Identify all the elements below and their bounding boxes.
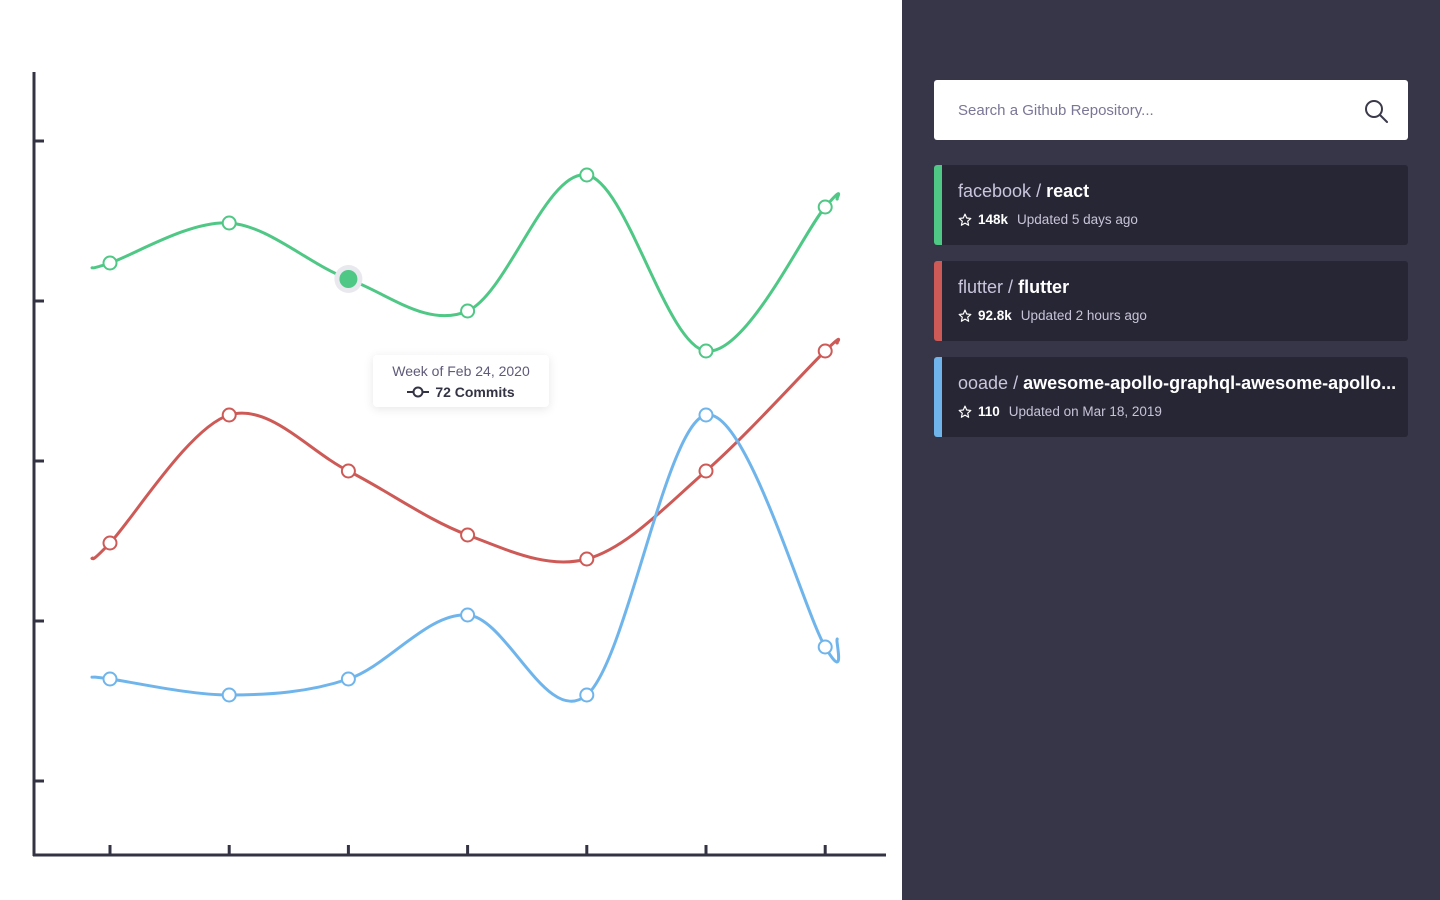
repo-card-flutter[interactable]: flutter / flutter 92.8k Updated 2 hours … — [934, 261, 1408, 341]
commit-line-chart — [32, 72, 886, 857]
repo-name: react — [1046, 181, 1090, 201]
data-point-awesome-apollo-graphql — [102, 671, 118, 687]
search-icon[interactable] — [1364, 99, 1388, 123]
repo-meta: 92.8k Updated 2 hours ago — [958, 308, 1147, 323]
repo-owner: facebook — [958, 181, 1032, 201]
repo-stars: 148k — [978, 212, 1009, 227]
repo-title: facebook / react — [958, 181, 1089, 202]
repo-stars: 92.8k — [978, 308, 1012, 323]
series-marker-icon — [407, 386, 430, 398]
tooltip-date: Week of Feb 24, 2020 — [392, 363, 530, 379]
repo-updated: Updated 5 days ago — [1017, 212, 1138, 227]
repo-meta: 110 Updated on Mar 18, 2019 — [958, 404, 1162, 419]
repo-card-awesome-apollo[interactable]: ooade / awesome-apollo-graphql-awesome-a… — [934, 357, 1408, 437]
search-box — [934, 80, 1408, 140]
commit-chart: Week of Feb 24, 2020 72 Commits — [0, 0, 902, 900]
tooltip-value: 72 Commits — [435, 384, 515, 400]
repo-name: awesome-apollo-graphql-awesome-apollo... — [1023, 373, 1397, 393]
repo-meta: 148k Updated 5 days ago — [958, 212, 1138, 227]
data-point-flutter — [102, 535, 118, 551]
repo-updated: Updated on Mar 18, 2019 — [1008, 404, 1162, 419]
data-point-awesome-apollo-graphql — [817, 639, 833, 655]
repo-owner: ooade — [958, 373, 1009, 393]
data-point-awesome-apollo-graphql — [460, 607, 476, 623]
data-point-react — [221, 215, 237, 231]
repo-color-bar — [934, 165, 942, 245]
repo-title: ooade / awesome-apollo-graphql-awesome-a… — [958, 373, 1396, 394]
repo-updated: Updated 2 hours ago — [1020, 308, 1147, 323]
data-point-awesome-apollo-graphql — [221, 687, 237, 703]
repo-separator: / — [1013, 373, 1019, 393]
repo-color-bar — [934, 261, 942, 341]
data-point-flutter — [579, 551, 595, 567]
series-line-react — [90, 173, 841, 353]
star-icon — [958, 309, 972, 322]
data-point-react — [579, 167, 595, 183]
repo-card-react[interactable]: facebook / react 148k Updated 5 days ago — [934, 165, 1408, 245]
data-point-flutter — [460, 527, 476, 543]
data-point-flutter — [221, 407, 237, 423]
repo-owner: flutter — [958, 277, 1004, 297]
star-icon — [958, 213, 972, 226]
star-icon — [958, 405, 972, 418]
data-point-flutter — [340, 463, 356, 479]
chart-tooltip: Week of Feb 24, 2020 72 Commits — [373, 355, 549, 407]
repository-sidebar: facebook / react 148k Updated 5 days ago… — [902, 0, 1440, 900]
data-point-highlight — [339, 270, 358, 288]
tooltip-value-row: 72 Commits — [373, 384, 549, 400]
data-point-react — [817, 199, 833, 215]
repo-color-bar — [934, 357, 942, 437]
repo-name: flutter — [1018, 277, 1070, 297]
data-point-awesome-apollo-graphql — [340, 671, 356, 687]
data-point-react — [460, 303, 476, 319]
data-point-react — [102, 255, 118, 271]
repo-separator: / — [1008, 277, 1014, 297]
data-point-flutter — [698, 463, 714, 479]
data-point-react — [698, 343, 714, 359]
search-input[interactable] — [934, 80, 1344, 140]
data-point-awesome-apollo-graphql — [579, 687, 595, 703]
repo-separator: / — [1036, 181, 1042, 201]
repo-stars: 110 — [978, 404, 1000, 419]
data-point-flutter — [817, 343, 833, 359]
series-line-awesome-apollo-graphql — [90, 413, 841, 703]
data-point-awesome-apollo-graphql — [698, 407, 714, 423]
repo-title: flutter / flutter — [958, 277, 1069, 298]
